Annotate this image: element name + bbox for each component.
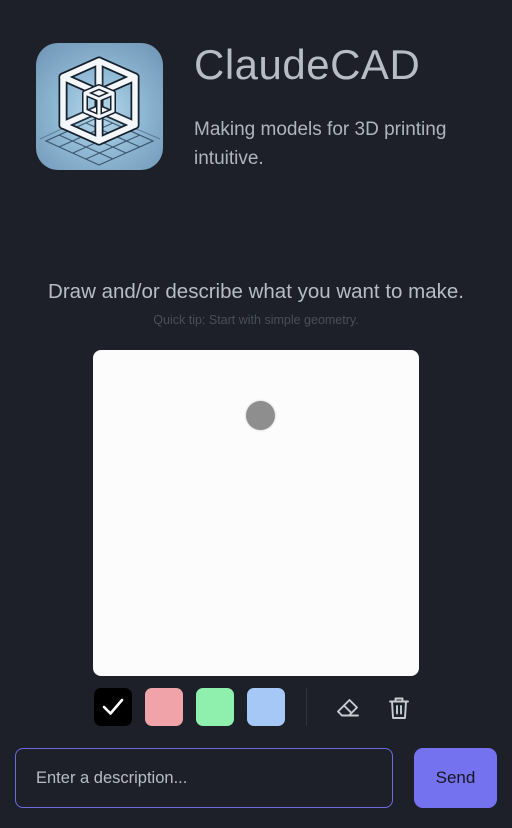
color-swatch-blue[interactable] — [247, 688, 285, 726]
clear-canvas-button[interactable] — [385, 694, 413, 722]
color-swatch-green[interactable] — [196, 688, 234, 726]
app-tagline: Making models for 3D printing intuitive. — [194, 119, 447, 169]
color-swatch-black[interactable] — [94, 688, 132, 726]
app-logo — [36, 43, 163, 170]
eraser-icon — [337, 699, 359, 717]
app-root: ClaudeCAD Making models for 3D printing … — [0, 0, 512, 828]
quick-tip: Quick tip: Start with simple geometry. — [153, 313, 359, 327]
checkmark-icon — [102, 698, 124, 715]
trash-icon — [389, 697, 409, 719]
send-button[interactable]: Send — [414, 748, 497, 808]
app-title: ClaudeCAD — [194, 41, 421, 88]
wireframe-cube-icon — [39, 56, 161, 166]
description-input[interactable] — [15, 748, 393, 808]
toolbar-divider — [306, 688, 307, 726]
color-swatch-red[interactable] — [145, 688, 183, 726]
brush-cursor — [246, 401, 275, 430]
drawing-canvas[interactable] — [93, 350, 419, 676]
eraser-button[interactable] — [334, 694, 362, 722]
drawing-prompt: Draw and/or describe what you want to ma… — [48, 280, 464, 303]
